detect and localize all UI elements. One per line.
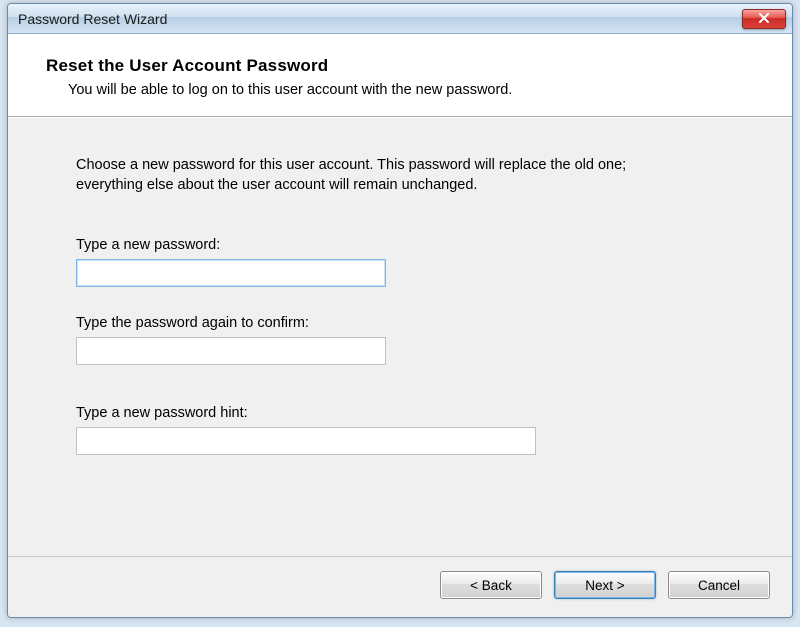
close-button[interactable]	[742, 9, 786, 29]
confirm-password-group: Type the password again to confirm:	[76, 315, 732, 365]
page-heading: Reset the User Account Password	[46, 56, 762, 76]
new-password-group: Type a new password:	[76, 237, 732, 287]
hint-label: Type a new password hint:	[76, 405, 732, 421]
back-button[interactable]: < Back	[440, 571, 542, 599]
new-password-label: Type a new password:	[76, 237, 732, 253]
confirm-password-label: Type the password again to confirm:	[76, 315, 732, 331]
new-password-input[interactable]	[76, 259, 386, 287]
confirm-password-input[interactable]	[76, 337, 386, 365]
instruction-text: Choose a new password for this user acco…	[76, 156, 636, 195]
hint-input[interactable]	[76, 427, 536, 455]
next-button[interactable]: Next >	[554, 571, 656, 599]
footer-panel: < Back Next > Cancel	[8, 556, 792, 617]
window-title: Password Reset Wizard	[18, 11, 167, 27]
page-subheading: You will be able to log on to this user …	[68, 82, 762, 98]
hint-group: Type a new password hint:	[76, 405, 732, 455]
cancel-button[interactable]: Cancel	[668, 571, 770, 599]
wizard-window: Password Reset Wizard Reset the User Acc…	[7, 3, 793, 618]
close-icon	[758, 10, 770, 28]
titlebar: Password Reset Wizard	[8, 4, 792, 34]
header-panel: Reset the User Account Password You will…	[8, 34, 792, 117]
body-panel: Choose a new password for this user acco…	[8, 117, 792, 556]
